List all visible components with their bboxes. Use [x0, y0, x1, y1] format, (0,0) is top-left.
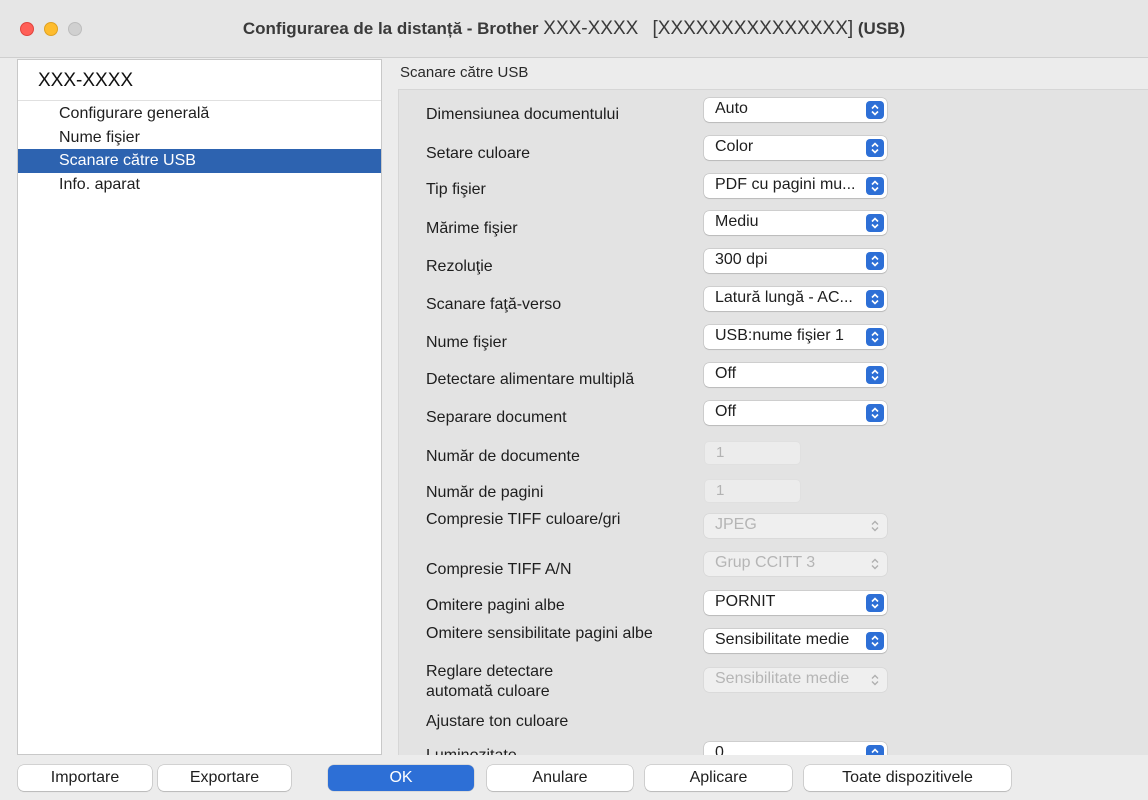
title-prefix: Configurarea de la distanță - Brother — [242, 19, 539, 38]
label-file-type: Tip fişier — [426, 181, 486, 198]
number-of-pages-field: 1 — [704, 479, 801, 503]
color-setting-select[interactable]: Color — [704, 136, 887, 160]
file-name-value: USB:nume fişier 1 — [715, 327, 844, 344]
skip-blank-pages-value: PORNIT — [715, 593, 776, 610]
chevron-up-down-icon — [866, 139, 884, 157]
chevron-up-down-icon — [866, 745, 884, 755]
chevron-up-down-icon — [866, 214, 884, 232]
skip-blank-pages-select[interactable]: PORNIT — [704, 591, 887, 615]
file-name-select[interactable]: USB:nume fişier 1 — [704, 325, 887, 349]
import-button[interactable]: Importare — [18, 765, 152, 791]
label-blank-page-sensitivity: Omitere sensibilitate pagini albe — [426, 625, 653, 642]
brightness-value: 0 — [715, 744, 724, 755]
chevron-up-down-icon — [866, 328, 884, 346]
settings-pane: Scanare către USB Dimensiunea documentul… — [398, 59, 1148, 755]
color-setting-value: Color — [715, 138, 754, 155]
chevron-up-down-icon — [866, 290, 884, 308]
resolution-select[interactable]: 300 dpi — [704, 249, 887, 273]
file-type-select[interactable]: PDF cu pagini mu... — [704, 174, 887, 198]
title-model: XXX-XXXX — [543, 18, 639, 39]
label-duplex-scan: Scanare faţă-verso — [426, 296, 562, 313]
chevron-up-down-icon — [866, 594, 884, 612]
auto-color-detect-value: Sensibilitate medie — [715, 670, 850, 687]
auto-color-detect-select: Sensibilitate medie — [704, 668, 887, 692]
tiff-color-compression-value: JPEG — [715, 516, 757, 533]
brightness-select[interactable]: 0 — [704, 742, 887, 755]
label-resolution: Rezoluţie — [426, 258, 493, 275]
apply-button[interactable]: Aplicare — [645, 765, 792, 791]
label-skip-blank-pages: Omitere pagini albe — [426, 597, 565, 614]
number-of-documents-value: 1 — [716, 444, 725, 461]
label-number-of-documents: Număr de documente — [426, 448, 580, 465]
label-tiff-bw-compression: Compresie TIFF A/N — [426, 561, 572, 578]
sidebar-divider — [18, 100, 381, 101]
multifeed-detection-value: Off — [715, 365, 737, 382]
sidebar-item-scan-to-usb[interactable]: Scanare către USB — [18, 149, 381, 173]
chevron-up-down-icon — [866, 366, 884, 384]
ok-button[interactable]: OK — [328, 765, 474, 791]
label-auto-color-detect-line2: automată culoare — [426, 683, 550, 700]
chevron-up-down-icon — [866, 177, 884, 195]
sidebar: XXX-XXXX Configurare generală Nume fişie… — [17, 59, 382, 755]
duplex-scan-value: Latură lungă - AC... — [715, 289, 853, 306]
sidebar-item-machine-info[interactable]: Info. aparat — [18, 173, 381, 197]
chevron-up-down-icon — [866, 101, 884, 119]
label-number-of-pages: Număr de pagini — [426, 484, 544, 501]
chevron-up-down-icon — [866, 632, 884, 650]
settings-scroll-area[interactable]: Dimensiunea documentului Auto Setare cul… — [398, 89, 1148, 755]
remote-setup-window: Configurarea de la distanță - Brother XX… — [0, 0, 1148, 800]
section-title: Scanare către USB — [400, 64, 529, 81]
document-size-value: Auto — [715, 100, 748, 117]
label-auto-color-detect-adjust: Reglare detectare automată culoare — [426, 662, 553, 702]
blank-page-sensitivity-value: Sensibilitate medie — [715, 631, 850, 648]
label-document-size: Dimensiunea documentului — [426, 106, 619, 123]
label-color-tone-adjust: Ajustare ton culoare — [426, 713, 569, 730]
document-separation-value: Off — [715, 403, 737, 420]
sidebar-item-general-setup[interactable]: Configurare generală — [18, 102, 381, 126]
label-file-name: Nume fişier — [426, 334, 507, 351]
sidebar-root-device[interactable]: XXX-XXXX — [38, 70, 133, 92]
sidebar-item-file-name[interactable]: Nume fişier — [18, 126, 381, 150]
duplex-scan-select[interactable]: Latură lungă - AC... — [704, 287, 887, 311]
all-devices-button[interactable]: Toate dispozitivele — [804, 765, 1011, 791]
tiff-color-compression-select: JPEG — [704, 514, 887, 538]
chevron-up-down-icon — [866, 252, 884, 270]
label-brightness: Luminozitate — [426, 746, 517, 755]
cancel-button[interactable]: Anulare — [487, 765, 633, 791]
document-separation-select[interactable]: Off — [704, 401, 887, 425]
label-tiff-color-compression: Compresie TIFF culoare/gri — [426, 511, 621, 528]
chevron-up-down-icon — [866, 404, 884, 422]
chevron-up-down-icon — [866, 517, 884, 535]
tiff-bw-compression-select: Grup CCITT 3 — [704, 552, 887, 576]
title-serial: [XXXXXXXXXXXXXXX] — [652, 18, 854, 39]
chevron-up-down-icon — [866, 671, 884, 689]
file-type-value: PDF cu pagini mu... — [715, 176, 856, 193]
label-auto-color-detect-line1: Reglare detectare — [426, 663, 554, 680]
label-file-size: Mărime fişier — [426, 220, 518, 237]
file-size-select[interactable]: Mediu — [704, 211, 887, 235]
multifeed-detection-select[interactable]: Off — [704, 363, 887, 387]
label-color-setting: Setare culoare — [426, 145, 531, 162]
file-size-value: Mediu — [715, 213, 759, 230]
export-button[interactable]: Exportare — [158, 765, 291, 791]
resolution-value: 300 dpi — [715, 251, 768, 268]
window-title: Configurarea de la distanță - Brother XX… — [0, 18, 1148, 40]
number-of-documents-field: 1 — [704, 441, 801, 465]
document-size-select[interactable]: Auto — [704, 98, 887, 122]
blank-page-sensitivity-select[interactable]: Sensibilitate medie — [704, 629, 887, 653]
label-document-separation: Separare document — [426, 409, 567, 426]
title-suffix: (USB) — [857, 19, 906, 38]
chevron-up-down-icon — [866, 555, 884, 573]
title-bar[interactable]: Configurarea de la distanță - Brother XX… — [0, 0, 1148, 58]
tiff-bw-compression-value: Grup CCITT 3 — [715, 554, 816, 571]
number-of-pages-value: 1 — [716, 482, 725, 499]
label-multifeed-detection: Detectare alimentare multiplă — [426, 371, 635, 388]
